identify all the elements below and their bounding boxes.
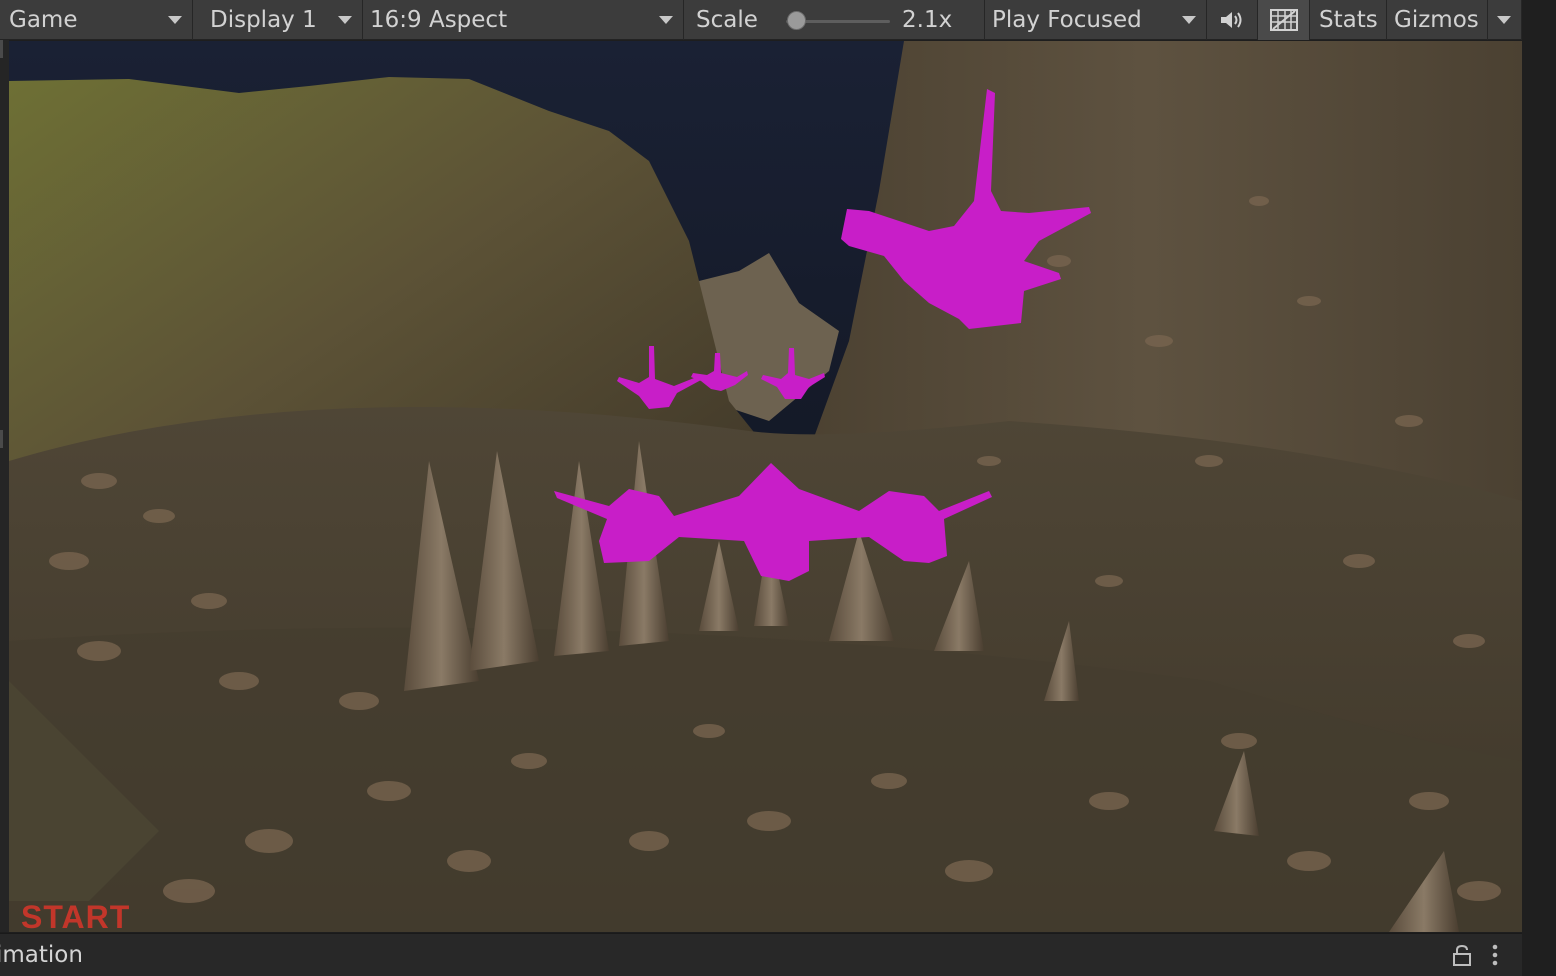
scale-slider-handle[interactable] (786, 11, 806, 30)
panel-edge-mark (0, 430, 3, 448)
scale-label: Scale (696, 7, 758, 33)
right-panel-edge (1522, 0, 1556, 976)
gizmo-grid-toggle[interactable] (1258, 0, 1310, 40)
animation-tab[interactable]: imation (0, 942, 83, 968)
display-label: Display 1 (210, 7, 317, 33)
display-dropdown[interactable]: Display 1 (193, 0, 363, 40)
chevron-down-icon (1182, 16, 1196, 24)
hud-start-text[interactable]: START (21, 899, 130, 932)
gizmos-button[interactable]: Gizmos (1387, 0, 1487, 40)
game-viewport[interactable]: START (9, 41, 1522, 932)
speaker-icon (1221, 12, 1242, 28)
game-tab-label: Game (9, 7, 78, 33)
play-mode-label: Play Focused (992, 7, 1142, 33)
mute-audio-button[interactable] (1207, 0, 1258, 40)
more-vertical-icon[interactable] (1488, 944, 1502, 966)
scale-value: 2.1x (902, 7, 953, 33)
stats-button[interactable]: Stats (1310, 0, 1387, 40)
play-mode-dropdown[interactable]: Play Focused (985, 0, 1207, 40)
game-view-toolbar: Game Display 1 16:9 Aspect Scale 2.1x Pl… (0, 0, 1522, 40)
bottom-panel-header: imation (0, 933, 1522, 976)
chevron-down-icon (338, 16, 352, 24)
panel-edge-mark (0, 40, 3, 58)
stats-label: Stats (1319, 7, 1378, 33)
lock-icon[interactable] (1452, 944, 1472, 966)
chevron-down-icon (168, 16, 182, 24)
left-panel-edge (0, 40, 9, 932)
game-scene (9, 41, 1522, 932)
game-view-tab-dropdown[interactable]: Game (0, 0, 193, 40)
aspect-label: 16:9 Aspect (370, 7, 508, 33)
chevron-down-icon (1497, 16, 1511, 24)
gizmos-label: Gizmos (1394, 7, 1479, 33)
gizmos-dropdown[interactable] (1487, 0, 1522, 40)
chevron-down-icon (659, 16, 673, 24)
grid-icon (1269, 9, 1298, 31)
aspect-dropdown[interactable]: 16:9 Aspect (363, 0, 684, 40)
